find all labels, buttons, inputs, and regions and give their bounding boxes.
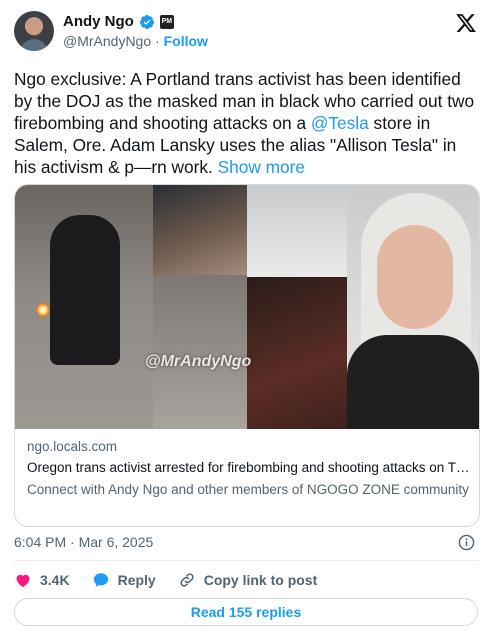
tweet-text: Ngo exclusive: A Portland trans activist… (14, 68, 476, 178)
handle-row: @MrAndyNgo · Follow (63, 33, 208, 49)
x-logo-icon[interactable] (455, 12, 477, 34)
copy-link-label: Copy link to post (203, 572, 318, 588)
show-more-link[interactable]: Show more (218, 157, 305, 177)
author-name[interactable]: Andy Ngo (63, 13, 134, 30)
action-bar: 3.4K Reply Copy link to post (14, 570, 339, 590)
link-icon (180, 573, 194, 587)
link-domain: ngo.locals.com (27, 439, 118, 454)
copy-link-button[interactable]: Copy link to post (178, 571, 318, 589)
handle-separator: · (155, 33, 160, 49)
reply-label: Reply (117, 572, 156, 588)
photo-portrait (347, 185, 479, 429)
author-handle[interactable]: @MrAndyNgo (63, 33, 151, 49)
verified-icon (139, 14, 154, 29)
follow-button[interactable]: Follow (164, 33, 208, 49)
divider (14, 560, 478, 561)
heart-icon (16, 574, 30, 588)
mention-link[interactable]: @Tesla (311, 113, 369, 133)
photo-masked-person (15, 185, 153, 429)
photo-dark-interior (247, 277, 347, 429)
reply-button[interactable]: Reply (92, 571, 156, 589)
link-card[interactable]: @MrAndyNgo ngo.locals.com Oregon trans a… (14, 184, 480, 527)
tweet-embed: Andy Ngo PM @MrAndyNgo · Follow Ngo excl… (0, 0, 493, 640)
link-description: Connect with Andy Ngo and other members … (27, 482, 469, 497)
link-info: ngo.locals.com Oregon trans activist arr… (27, 439, 471, 499)
link-title: Oregon trans activist arrested for fireb… (27, 460, 470, 475)
timestamp[interactable]: 6:04 PM · Mar 6, 2025 (14, 534, 153, 550)
author-row: Andy Ngo PM (63, 13, 174, 30)
photo-storefront (247, 185, 347, 277)
media-collage[interactable]: @MrAndyNgo (15, 185, 479, 429)
reply-icon (93, 573, 108, 587)
image-watermark: @MrAndyNgo (145, 353, 252, 370)
like-button[interactable]: 3.4K (14, 571, 70, 589)
read-replies-button[interactable]: Read 155 replies (14, 598, 478, 626)
affiliate-badge-icon: PM (159, 14, 174, 29)
photo-burned-car (153, 185, 247, 429)
likes-count: 3.4K (40, 572, 70, 588)
info-icon[interactable] (458, 534, 475, 551)
avatar[interactable] (14, 11, 54, 51)
